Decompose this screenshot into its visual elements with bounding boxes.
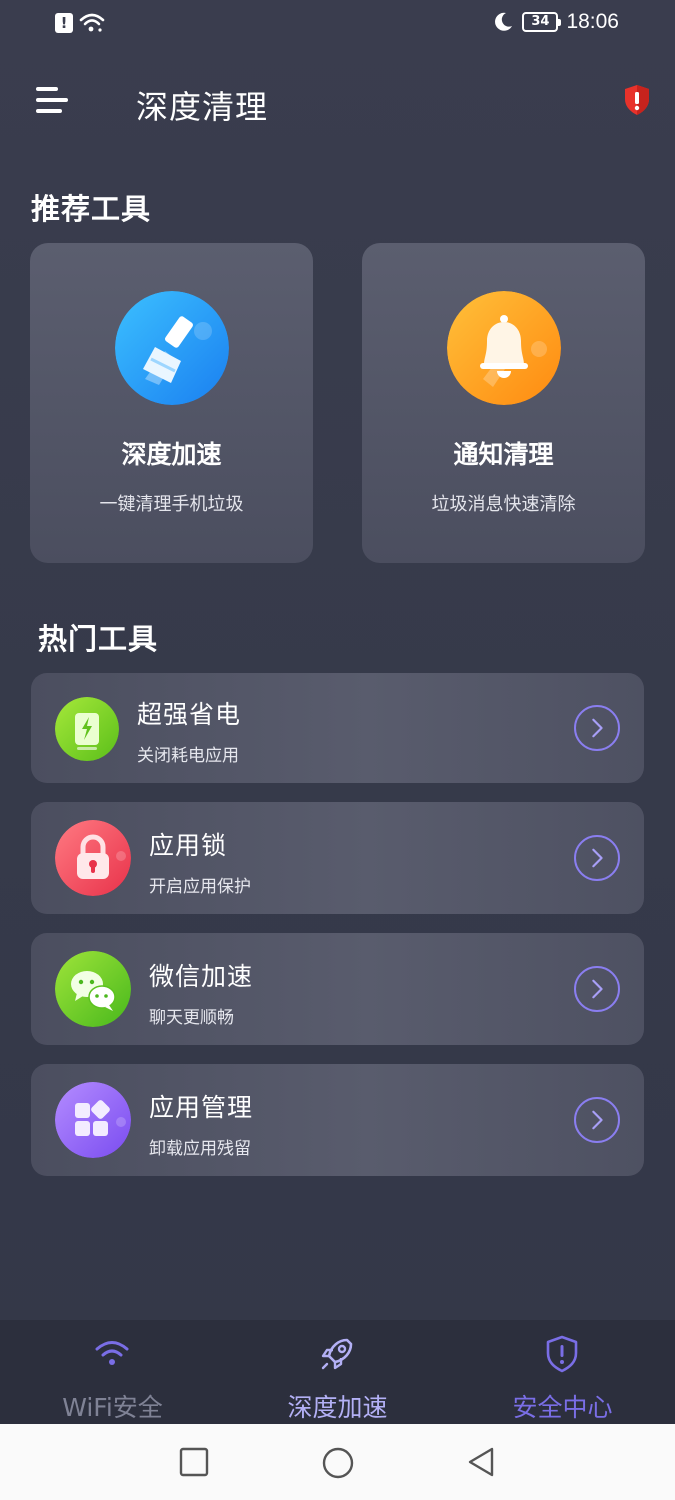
wifi-icon	[95, 1341, 129, 1365]
card-subtitle: 一键清理手机垃圾	[99, 494, 244, 515]
list-item-power-save[interactable]: 超强省电 关闭耗电应用	[31, 673, 644, 783]
clock: 18:06	[566, 10, 619, 33]
tab-label: 深度加速	[287, 1393, 388, 1422]
tab-label: WiFi安全	[62, 1393, 163, 1422]
item-subtitle: 开启应用保护	[149, 877, 251, 897]
home-button[interactable]	[321, 1446, 355, 1480]
chevron-right-icon[interactable]	[574, 966, 620, 1012]
shield-alert-icon[interactable]	[623, 84, 651, 116]
status-bar: ! 34 18:06	[0, 0, 675, 52]
tab-label: 安全中心	[512, 1393, 613, 1422]
list-item-app-lock[interactable]: 应用锁 开启应用保护	[31, 802, 644, 914]
tab-deep-speedup[interactable]: 深度加速	[225, 1320, 450, 1424]
chevron-right-icon[interactable]	[574, 1097, 620, 1143]
wifi-status-icon	[79, 13, 105, 32]
lock-icon	[55, 820, 131, 896]
moon-icon	[495, 12, 513, 31]
bell-icon	[447, 291, 561, 405]
notification-alert-icon: !	[55, 13, 73, 33]
menu-icon[interactable]	[36, 84, 70, 118]
section-title-recommended: 推荐工具	[31, 192, 152, 226]
battery-save-icon	[55, 697, 119, 761]
chevron-right-icon[interactable]	[574, 835, 620, 881]
wechat-icon	[55, 951, 131, 1027]
item-subtitle: 关闭耗电应用	[137, 746, 239, 766]
app-header: 深度清理	[0, 70, 675, 136]
item-title: 应用锁	[149, 831, 228, 860]
card-notification-clean[interactable]: 通知清理 垃圾消息快速清除	[362, 243, 645, 563]
shield-icon	[546, 1335, 578, 1373]
battery-icon: 34	[522, 12, 562, 32]
broom-icon	[115, 291, 229, 405]
item-title: 应用管理	[149, 1093, 254, 1122]
list-item-app-management[interactable]: 应用管理 卸载应用残留	[31, 1064, 644, 1176]
recents-button[interactable]	[178, 1446, 210, 1478]
back-button[interactable]	[466, 1446, 496, 1478]
system-nav-bar	[0, 1424, 675, 1500]
tab-wifi-security[interactable]: WiFi安全	[0, 1320, 225, 1424]
page-title: 深度清理	[136, 88, 269, 126]
tab-security-center[interactable]: 安全中心	[450, 1320, 675, 1424]
item-title: 超强省电	[137, 700, 242, 729]
card-deep-speedup[interactable]: 深度加速 一键清理手机垃圾	[30, 243, 313, 563]
card-title: 通知清理	[453, 440, 554, 469]
item-title: 微信加速	[149, 962, 254, 991]
list-item-wechat-speedup[interactable]: 微信加速 聊天更顺畅	[31, 933, 644, 1045]
section-title-hot: 热门工具	[38, 622, 159, 656]
rocket-icon	[321, 1338, 353, 1370]
bottom-nav: WiFi安全 深度加速 安全中心	[0, 1320, 675, 1424]
item-subtitle: 卸载应用残留	[149, 1139, 251, 1159]
card-title: 深度加速	[121, 440, 222, 469]
card-subtitle: 垃圾消息快速清除	[431, 494, 576, 515]
chevron-right-icon[interactable]	[574, 705, 620, 751]
item-subtitle: 聊天更顺畅	[149, 1008, 234, 1028]
apps-icon	[55, 1082, 131, 1158]
